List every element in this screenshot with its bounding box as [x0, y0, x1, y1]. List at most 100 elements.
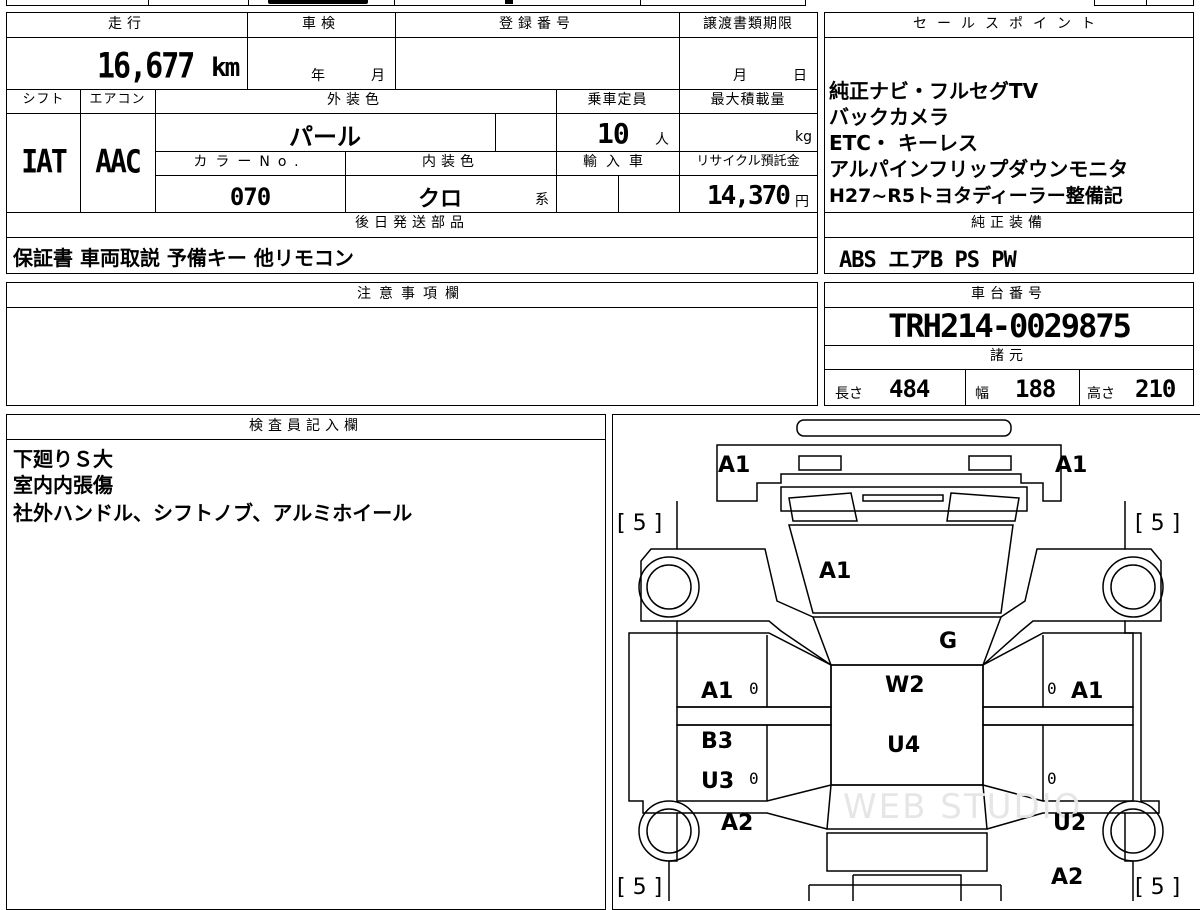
- code-left-front-door: A1: [701, 679, 734, 704]
- later-parts-label: 後日発送部品: [355, 215, 469, 231]
- rear-hatch-shape: [826, 832, 988, 872]
- right-fender-shape: [1000, 548, 1125, 618]
- tire-top-right: [ 5 ]: [1135, 511, 1181, 536]
- headlight-right-shape: [968, 455, 1012, 471]
- height-label: 高さ: [1087, 386, 1115, 402]
- chassis-box: 車台番号 TRH214-0029875 諸元 長さ 484 幅 188 高さ 2…: [824, 282, 1194, 406]
- tire-bottom-left: [ 5 ]: [617, 875, 663, 900]
- wheel-front-right-shape: [1102, 556, 1164, 618]
- vehicle-info-table: 走行 車検 登録番号 譲渡書類期限 16,677 km 年 月 月 日 シフト …: [6, 12, 818, 274]
- shaken-label: 車検: [302, 16, 340, 32]
- color-no-label: カラーNo.: [193, 154, 307, 170]
- top-strip: [0, 0, 1200, 8]
- length-label: 長さ: [835, 386, 863, 402]
- recycle-unit: 円: [795, 194, 809, 210]
- headlight-left-shape: [798, 455, 842, 471]
- code-hood: A1: [819, 559, 852, 584]
- tire-bottom-right: [ 5 ]: [1135, 875, 1181, 900]
- code-right-rear: A2: [1051, 865, 1084, 890]
- left-door-belt-shape: [676, 706, 832, 726]
- max-load-label: 最大積載量: [710, 92, 786, 108]
- exterior-color-value: パール: [289, 123, 361, 151]
- front-panel-shape: [716, 444, 1062, 502]
- equipment-label: 純正装備: [971, 215, 1047, 231]
- code-windshield: G: [939, 629, 958, 654]
- sales-point-5: H27~R5トヨタディーラー整備記: [829, 185, 1123, 207]
- capacity-unit: 人: [655, 132, 669, 148]
- sales-point-2: バックカメラ: [829, 105, 949, 129]
- deadline-label: 譲渡書類期限: [703, 16, 793, 32]
- capacity-label: 乗車定員: [587, 92, 648, 108]
- aircon-label: エアコン: [89, 92, 146, 107]
- damage-diagram: WEB STUDIO [ 5 ] [ 5 ] [ 5 ] [ 5 ] A1 A1…: [612, 414, 1200, 910]
- height-value: 210: [1135, 375, 1176, 403]
- mileage-label: 走行: [108, 16, 146, 32]
- wheel-rear-left-shape: [638, 800, 700, 862]
- length-value: 484: [889, 375, 930, 403]
- zero-mark-3: 0: [749, 769, 759, 788]
- sales-points-box: セールスポイント 純正ナビ・フルセグTV バックカメラ ETC・ キーレス アル…: [824, 12, 1194, 274]
- later-parts-value: 保証書 車両取説 予備キー 他リモコン: [13, 246, 354, 270]
- zero-mark-2: 0: [1047, 679, 1057, 698]
- inspector-label: 検査員記入欄: [249, 418, 363, 434]
- code-roof-front: W2: [885, 673, 925, 698]
- specs-label: 諸元: [990, 348, 1028, 364]
- mileage-value: 16,677: [97, 46, 195, 87]
- equipment-value: ABS エアB PS PW: [839, 248, 1017, 273]
- chassis-label: 車台番号: [971, 286, 1047, 302]
- wheel-front-left-shape: [638, 556, 700, 618]
- deadline-day-unit: 日: [793, 68, 807, 84]
- exterior-color-label: 外装色: [327, 92, 384, 108]
- width-label: 幅: [975, 386, 989, 402]
- watermark: WEB STUDIO: [843, 787, 1083, 827]
- code-right-front-door: A1: [1071, 679, 1104, 704]
- wiper-left-shape: [788, 492, 858, 522]
- inspector-note-1: 下廻りＳ大: [13, 447, 113, 471]
- shift-label: シフト: [22, 92, 65, 107]
- code-left-rear-lower: U3: [701, 769, 735, 794]
- interior-color-label: 内装色: [422, 154, 479, 170]
- car-outline-svg: [628, 419, 1164, 901]
- shaken-month-unit: 月: [371, 68, 385, 84]
- tire-top-left: [ 5 ]: [617, 511, 663, 536]
- width-value: 188: [1015, 375, 1056, 403]
- code-left-rear-upper: B3: [701, 729, 734, 754]
- notes-label: 注意事項欄: [357, 286, 467, 302]
- aircon-value: AAC: [95, 142, 142, 181]
- max-load-unit: kg: [795, 129, 812, 145]
- recycle-fee-value: 14,370: [707, 181, 791, 211]
- sales-point-4: アルパインフリップダウンモニタ: [829, 157, 1129, 181]
- code-left-rear-wheel: A2: [721, 811, 754, 836]
- recycle-label: リサイクル預託金: [696, 154, 800, 169]
- body-right-side-shape: [1124, 501, 1162, 901]
- inspector-note-3: 社外ハンドル、シフトノブ、アルミホイール: [13, 501, 413, 525]
- capacity-value: 10: [597, 117, 630, 150]
- right-door-belt-shape: [982, 706, 1134, 726]
- sales-point-1: 純正ナビ・フルセグTV: [829, 79, 1039, 103]
- code-front-left: A1: [718, 453, 751, 478]
- mileage-unit: km: [211, 53, 240, 83]
- wiper-right-shape: [946, 492, 1020, 522]
- inspector-box: 検査員記入欄 下廻りＳ大 室内内張傷 社外ハンドル、シフトノブ、アルミホイール: [6, 414, 606, 910]
- front-bumper-shape: [796, 419, 1012, 437]
- interior-color-value: クロ: [417, 187, 462, 212]
- shift-value: IAT: [21, 142, 68, 181]
- windshield-shape: [811, 616, 1003, 666]
- shaken-year-unit: 年: [311, 68, 325, 84]
- deadline-month-unit: 月: [733, 68, 747, 84]
- sales-point-3: ETC・ キーレス: [829, 131, 978, 155]
- code-right-rear-wheel: U2: [1053, 811, 1087, 836]
- chassis-no: TRH214-0029875: [888, 307, 1132, 345]
- left-fender-shape: [677, 548, 814, 618]
- sales-points-label: セールスポイント: [913, 16, 1105, 32]
- inspector-note-2: 室内内張傷: [13, 473, 113, 497]
- code-roof-rear: U4: [887, 733, 921, 758]
- zero-mark-1: 0: [749, 679, 759, 698]
- code-front-right: A1: [1055, 453, 1088, 478]
- color-no-value: 070: [229, 183, 271, 211]
- interior-suffix: 系: [535, 192, 549, 208]
- wheel-rear-right-shape: [1102, 800, 1164, 862]
- mirror-shape: [862, 494, 944, 502]
- import-label: 輸入車: [583, 154, 652, 170]
- notes-box: 注意事項欄: [6, 282, 818, 406]
